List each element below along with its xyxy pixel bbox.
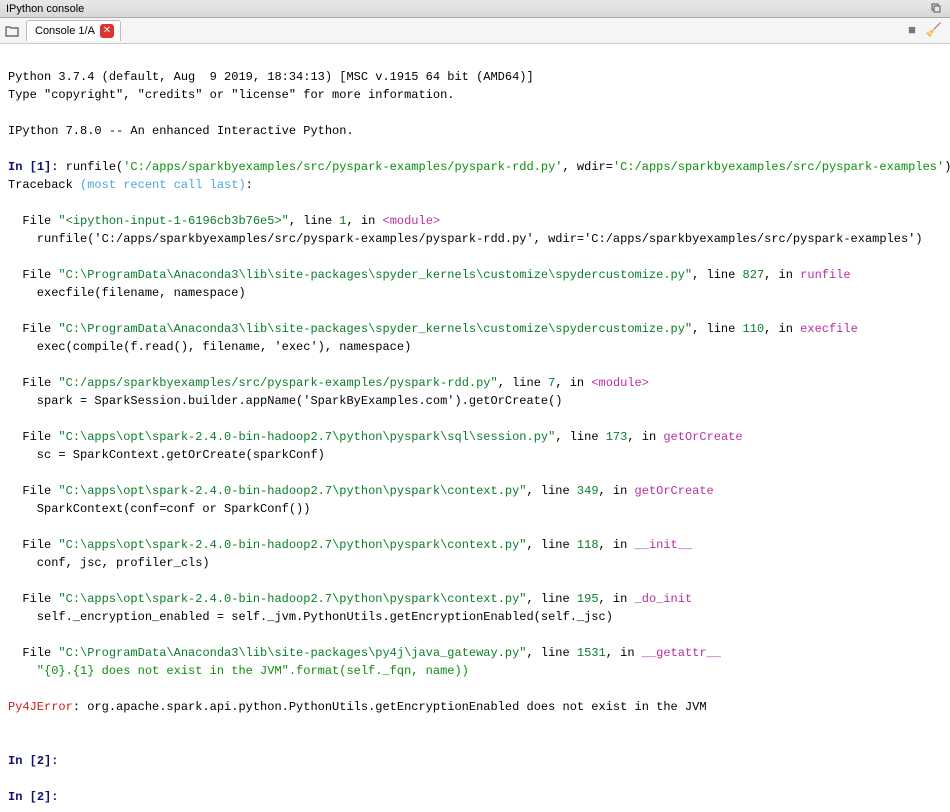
tb-file: File (8, 322, 58, 336)
tb-line: , line (692, 322, 742, 336)
clear-icon[interactable]: 🧹 (926, 23, 942, 39)
tb-func: getOrCreate (663, 430, 742, 444)
error-msg: org.apache.spark.api.python.PythonUtils.… (87, 700, 706, 714)
tb-in: , in (599, 538, 635, 552)
runfile-path2: 'C:/apps/sparkbyexamples/src/pyspark-exa… (613, 160, 944, 174)
tb-path: "C:\apps\opt\spark-2.4.0-bin-hadoop2.7\p… (58, 592, 526, 606)
prompt-in: In [ (8, 754, 37, 768)
tb-path: "C:\ProgramData\Anaconda3\lib\site-packa… (58, 268, 692, 282)
tb-body: SparkContext(conf=conf or SparkConf()) (8, 502, 310, 516)
tb-line: , line (527, 484, 577, 498)
tb-body: self._encryption_enabled = self._jvm.Pyt… (8, 610, 613, 624)
tb-func: <module> (383, 214, 441, 228)
titlebar: IPython console (0, 0, 950, 18)
prompt-close: ]: (44, 754, 58, 768)
tb-path: "C:\ProgramData\Anaconda3\lib\site-packa… (58, 646, 526, 660)
tb-func: getOrCreate (635, 484, 714, 498)
tb-linenum: 827 (743, 268, 765, 282)
tb-line: , line (555, 430, 605, 444)
tb-body: conf, jsc, profiler_cls) (8, 556, 210, 570)
close-icon[interactable]: ✕ (100, 24, 114, 38)
tb-path: "C:\ProgramData\Anaconda3\lib\site-packa… (58, 322, 692, 336)
runfile-paren: ) (944, 160, 950, 174)
tb-line: , line (498, 376, 548, 390)
tb-body: spark = SparkSession.builder.appName('Sp… (8, 394, 563, 408)
tb-in: , in (764, 322, 800, 336)
tb-line: , line (527, 646, 577, 660)
tb-in: , in (346, 214, 382, 228)
tb-linenum: 118 (577, 538, 599, 552)
traceback-most-recent: (most recent call last) (80, 178, 246, 192)
tb-linenum: 195 (577, 592, 599, 606)
tb-file: File (8, 592, 58, 606)
tb-linenum: 173 (606, 430, 628, 444)
tb-body: runfile('C:/apps/sparkbyexamples/src/pys… (8, 232, 923, 246)
tb-line: , line (527, 592, 577, 606)
runfile-call: runfile( (58, 160, 123, 174)
tb-file: File (8, 214, 58, 228)
traceback-colon: : (246, 178, 253, 192)
prompt-num: 2 (37, 790, 44, 804)
tb-line: , line (527, 538, 577, 552)
runfile-wdir: , wdir= (563, 160, 613, 174)
tb-func: <module> (591, 376, 649, 390)
tb-func: __getattr__ (642, 646, 721, 660)
tb-file: File (8, 268, 58, 282)
console-output[interactable]: Python 3.7.4 (default, Aug 9 2019, 18:34… (0, 44, 950, 812)
prompt-num: 1 (37, 160, 44, 174)
window-title: IPython console (6, 3, 84, 15)
tb-body: exec(compile(f.read(), filename, 'exec')… (8, 340, 411, 354)
tb-path: "<ipython-input-1-6196cb3b76e5>" (58, 214, 288, 228)
tb-path: "C:\apps\opt\spark-2.4.0-bin-hadoop2.7\p… (58, 538, 526, 552)
tb-func: runfile (800, 268, 850, 282)
tb-func: _do_init (635, 592, 693, 606)
prompt-close: ]: (44, 160, 58, 174)
tb-body: sc = SparkContext.getOrCreate(sparkConf) (8, 448, 325, 462)
stop-icon[interactable]: ■ (904, 23, 920, 39)
tb-in: , in (555, 376, 591, 390)
tb-line: , line (692, 268, 742, 282)
tb-body: "{0}.{1} does not exist in the JVM".form… (8, 664, 469, 678)
tb-path: "C:\apps\opt\spark-2.4.0-bin-hadoop2.7\p… (58, 484, 526, 498)
error-name: Py4JError (8, 700, 73, 714)
tb-line: , line (289, 214, 339, 228)
tb-body: execfile(filename, namespace) (8, 286, 246, 300)
tb-in: , in (606, 646, 642, 660)
traceback-label: Traceback (8, 178, 80, 192)
python-version: Python 3.7.4 (default, Aug 9 2019, 18:34… (8, 70, 534, 84)
tab-console-1a[interactable]: Console 1/A ✕ (26, 20, 121, 41)
detach-icon[interactable] (930, 2, 944, 16)
tb-func: __init__ (635, 538, 693, 552)
ipython-line: IPython 7.8.0 -- An enhanced Interactive… (8, 124, 354, 138)
error-colon: : (73, 700, 87, 714)
tb-file: File (8, 538, 58, 552)
tb-file: File (8, 430, 58, 444)
tb-linenum: 349 (577, 484, 599, 498)
tb-path: "C:/apps/sparkbyexamples/src/pyspark-exa… (58, 376, 497, 390)
copyright-line: Type "copyright", "credits" or "license"… (8, 88, 454, 102)
tab-bar: Console 1/A ✕ ■ 🧹 (0, 18, 950, 44)
tb-file: File (8, 484, 58, 498)
tb-file: File (8, 646, 58, 660)
tab-label: Console 1/A (35, 25, 95, 37)
runfile-path1: 'C:/apps/sparkbyexamples/src/pyspark-exa… (123, 160, 562, 174)
tb-file: File (8, 376, 58, 390)
tb-in: , in (599, 484, 635, 498)
tb-linenum: 1531 (577, 646, 606, 660)
tb-in: , in (599, 592, 635, 606)
tb-in: , in (764, 268, 800, 282)
tb-path: "C:\apps\opt\spark-2.4.0-bin-hadoop2.7\p… (58, 430, 555, 444)
tb-func: execfile (800, 322, 858, 336)
tb-in: , in (627, 430, 663, 444)
prompt-in: In [ (8, 160, 37, 174)
prompt-in: In [ (8, 790, 37, 804)
tb-linenum: 110 (743, 322, 765, 336)
prompt-close: ]: (44, 790, 58, 804)
open-file-icon[interactable] (4, 22, 22, 40)
prompt-num: 2 (37, 754, 44, 768)
